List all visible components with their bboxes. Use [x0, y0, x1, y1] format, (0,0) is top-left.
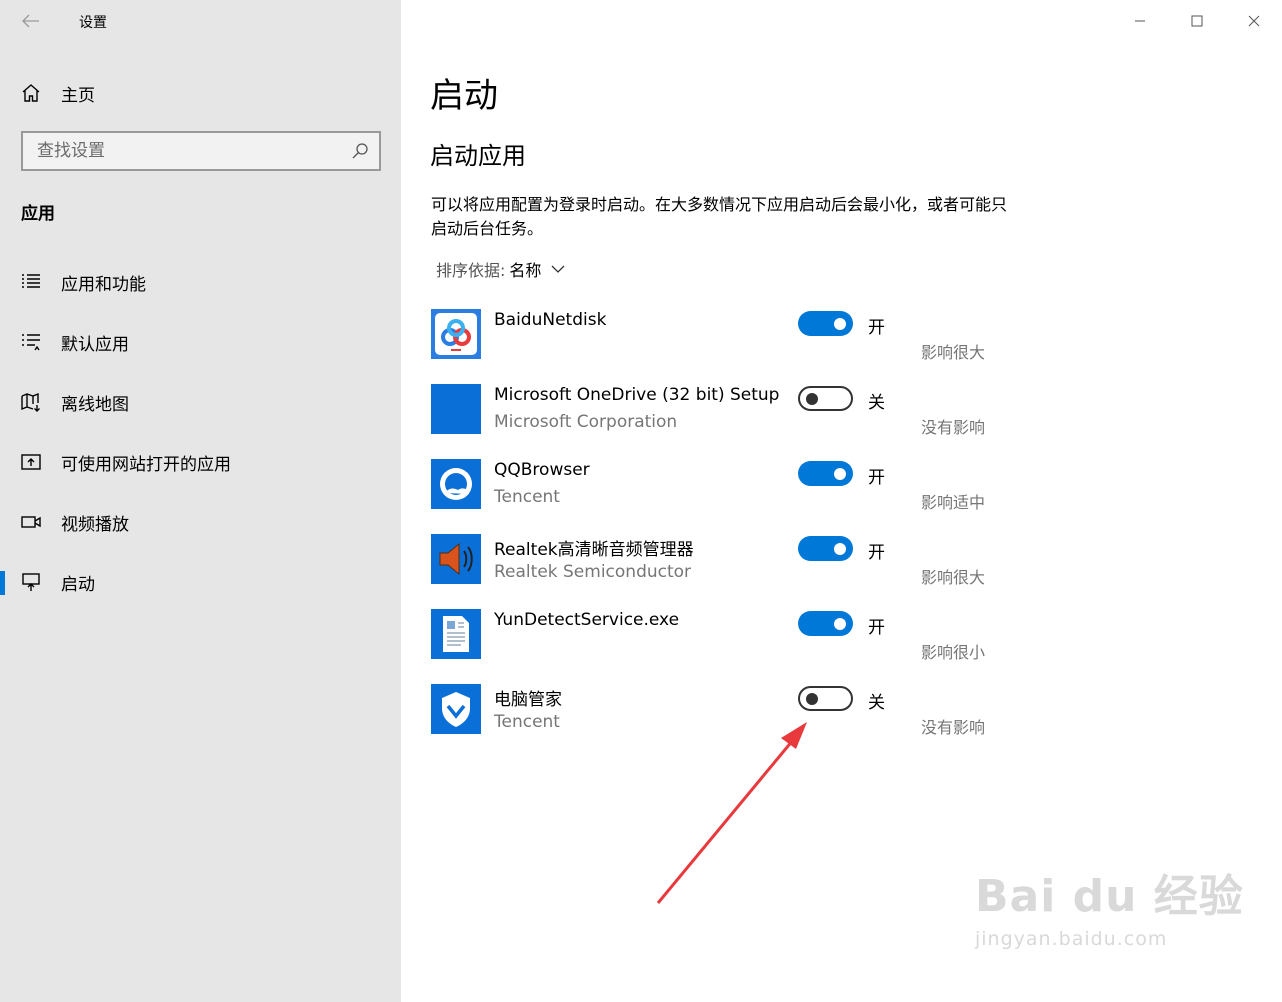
app-publisher: Tencent	[494, 712, 560, 732]
toggle-knob	[806, 692, 818, 705]
document-icon	[431, 609, 481, 659]
sidebar-item-label: 可使用网站打开的应用	[61, 454, 231, 475]
app-publisher: Tencent	[494, 487, 560, 507]
startup-app-list: BaiduNetdisk 开 影响很大 Microsoft OneDrive (…	[431, 308, 1011, 758]
offline-maps-icon	[21, 392, 40, 412]
startup-toggle[interactable]	[798, 611, 853, 636]
watermark-logo: Bai du 经验	[975, 871, 1244, 922]
default-apps-icon	[22, 334, 40, 351]
watermark: Bai du 经验 jingyan.baidu.com	[975, 860, 1244, 950]
sidebar-item-label: 默认应用	[61, 334, 129, 355]
sidebar-item-label: 离线地图	[61, 394, 129, 415]
app-publisher: Realtek Semiconductor	[494, 562, 692, 582]
onedrive-setup-icon	[431, 384, 481, 434]
sidebar-nav: 应用和功能 默认应用 离线地图 可使用网站打开的应用 视频播放 启动	[0, 252, 401, 612]
app-name: Realtek高清晰音频管理器	[494, 540, 694, 560]
startup-impact: 影响适中	[921, 493, 986, 512]
sidebar-item-offline-maps[interactable]: 离线地图	[0, 372, 401, 432]
toggle-state-label: 关	[868, 693, 885, 713]
startup-icon	[22, 573, 40, 591]
sidebar-item-startup[interactable]: 启动	[0, 552, 401, 612]
search-icon	[352, 143, 368, 159]
startup-toggle[interactable]	[798, 386, 853, 411]
sidebar: 设置 主页 应用 应用和功能	[0, 0, 401, 1002]
app-publisher: Microsoft Corporation	[494, 412, 678, 432]
pc-manager-shield-icon	[431, 684, 481, 734]
annotation-arrow	[656, 722, 807, 904]
chevron-down-icon	[551, 265, 565, 273]
app-name: BaiduNetdisk	[494, 310, 607, 330]
apps-features-icon	[22, 274, 40, 288]
toggle-knob	[834, 317, 846, 330]
maximize-button[interactable]	[1168, 0, 1225, 42]
sidebar-item-apps-features[interactable]: 应用和功能	[0, 252, 401, 312]
toggle-state-label: 开	[868, 618, 885, 638]
startup-impact: 影响很大	[921, 568, 986, 587]
description-text: 可以将应用配置为登录时启动。在大多数情况下应用启动后会最小化，或者可能只启动后台…	[431, 195, 1008, 238]
back-arrow-icon	[22, 14, 39, 28]
toggle-knob	[834, 617, 846, 630]
startup-impact: 没有影响	[921, 718, 986, 737]
sidebar-item-label: 主页	[61, 85, 95, 106]
startup-impact: 影响很大	[921, 343, 986, 362]
minimize-icon	[1134, 20, 1145, 22]
toggle-knob	[834, 467, 846, 480]
minimize-button[interactable]	[1111, 0, 1168, 42]
qqbrowser-icon	[431, 459, 481, 509]
watermark-url: jingyan.baidu.com	[975, 928, 1168, 950]
main-content: 启动 启动应用 可以将应用配置为登录时启动。在大多数情况下应用启动后会最小化，或…	[401, 0, 1282, 1002]
search-box[interactable]	[21, 131, 381, 171]
list-item: QQBrowser Tencent 开 影响适中	[431, 458, 1011, 533]
section-heading: 启动应用	[430, 142, 526, 170]
app-name: Microsoft OneDrive (32 bit) Setup	[494, 385, 780, 405]
startup-toggle[interactable]	[798, 311, 853, 336]
toggle-knob	[806, 392, 818, 405]
list-item: BaiduNetdisk 开 影响很大	[431, 308, 1011, 383]
section-title: 应用	[21, 204, 55, 224]
startup-impact: 没有影响	[921, 418, 986, 437]
maximize-icon	[1191, 15, 1202, 27]
sidebar-item-apps-for-websites[interactable]: 可使用网站打开的应用	[0, 432, 401, 492]
app-name: 电脑管家	[494, 690, 562, 710]
toggle-state-label: 开	[868, 543, 885, 563]
page-title: 启动	[430, 76, 498, 116]
toggle-state-label: 关	[868, 393, 885, 413]
app-name: YunDetectService.exe	[494, 610, 680, 630]
video-playback-icon	[21, 516, 41, 528]
toggle-knob	[834, 542, 846, 555]
back-button[interactable]	[14, 6, 48, 36]
sort-label: 排序依据:	[436, 261, 506, 280]
sort-value: 名称	[509, 261, 542, 280]
sidebar-item-default-apps[interactable]: 默认应用	[0, 312, 401, 372]
apps-for-websites-icon	[21, 454, 41, 470]
home-icon	[22, 84, 40, 102]
close-icon	[1248, 15, 1259, 27]
baidu-netdisk-icon	[431, 309, 481, 359]
toggle-state-label: 开	[868, 318, 885, 338]
search-input[interactable]	[23, 133, 343, 169]
sidebar-item-label: 应用和功能	[61, 274, 146, 295]
window-title: 设置	[79, 15, 107, 31]
toggle-state-label: 开	[868, 468, 885, 488]
sidebar-item-label: 视频播放	[61, 514, 129, 535]
startup-toggle[interactable]	[798, 461, 853, 486]
sort-dropdown[interactable]: 排序依据: 名称	[436, 257, 565, 281]
window-controls	[1111, 0, 1282, 42]
sidebar-item-home[interactable]: 主页	[20, 79, 95, 107]
close-button[interactable]	[1225, 0, 1282, 42]
list-item: Microsoft OneDrive (32 bit) Setup Micros…	[431, 383, 1011, 458]
sidebar-item-label: 启动	[61, 574, 95, 595]
list-item: YunDetectService.exe 开 影响很小	[431, 608, 1011, 683]
title-bar: 设置	[0, 0, 401, 42]
startup-impact: 影响很小	[921, 643, 986, 662]
list-item: Realtek高清晰音频管理器 Realtek Semiconductor 开 …	[431, 533, 1011, 608]
app-name: QQBrowser	[494, 460, 590, 480]
speaker-icon	[431, 534, 481, 584]
startup-toggle[interactable]	[798, 536, 853, 561]
sidebar-item-video-playback[interactable]: 视频播放	[0, 492, 401, 552]
startup-toggle[interactable]	[798, 686, 853, 711]
